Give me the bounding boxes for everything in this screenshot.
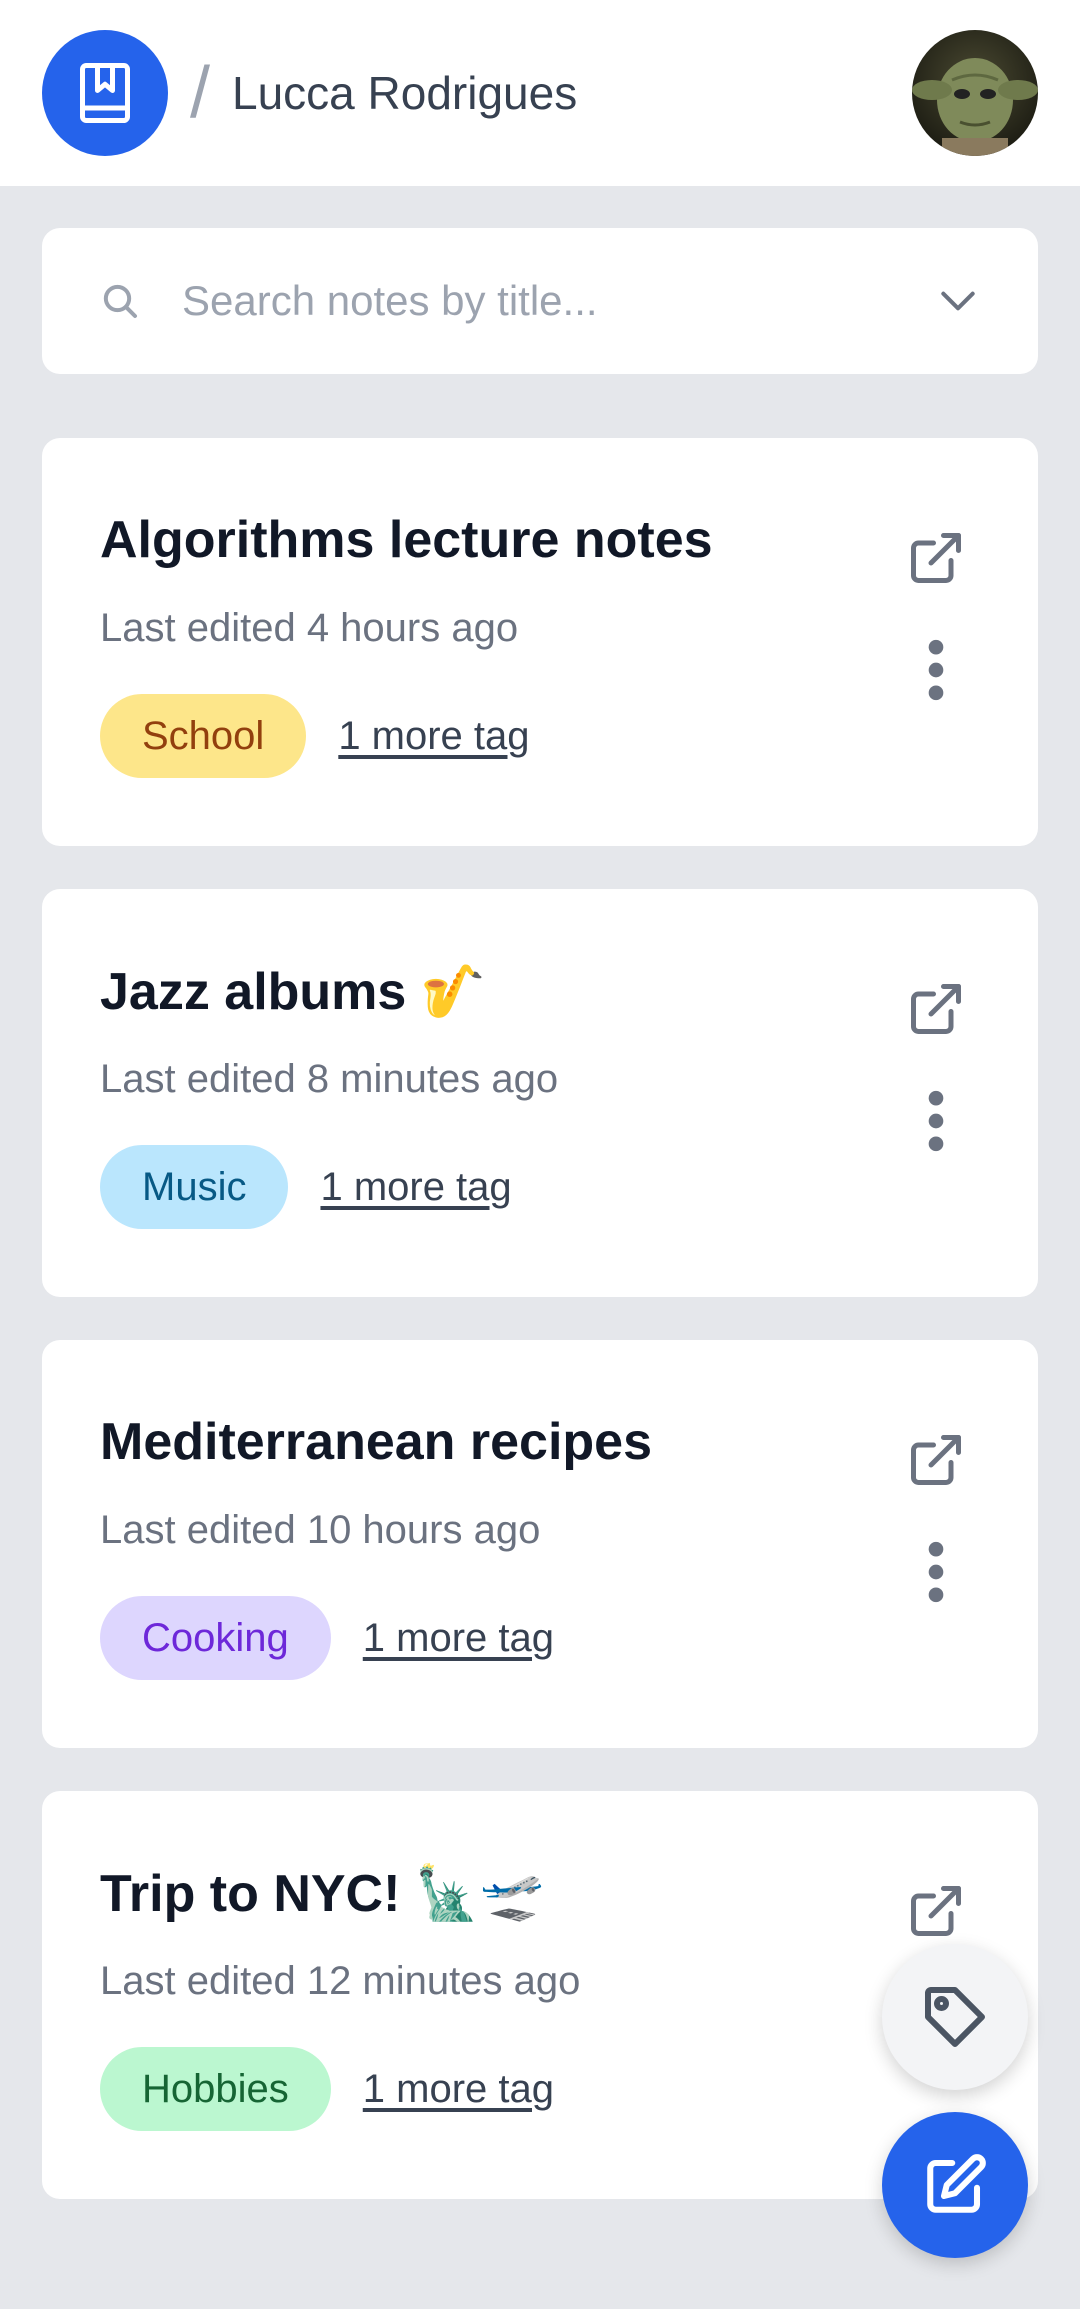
breadcrumb-separator: / [190,53,211,133]
note-last-edited: Last edited 4 hours ago [100,606,519,650]
note-card[interactable]: Algorithms lecture notes Last edited 4 h… [42,438,1038,846]
tag-badge[interactable]: School [100,694,307,778]
external-link-icon[interactable] [906,528,966,588]
more-tags-link[interactable]: 1 more tag [320,1165,511,1210]
tag-badge[interactable]: Music [100,1145,289,1229]
search-icon [103,284,137,318]
app-header: / Lucca Rodrigues [0,0,1080,186]
chevron-down-icon[interactable] [936,279,980,323]
search-input[interactable]: Search notes by title... [182,277,936,325]
more-options-icon[interactable] [926,638,946,702]
tag-icon [925,1987,985,2047]
more-options-icon[interactable] [926,1540,946,1604]
tag-badge[interactable]: Cooking [100,1596,331,1680]
tags-fab-button[interactable] [882,1944,1028,2090]
note-last-edited: Last edited 8 minutes ago [100,1057,559,1101]
note-last-edited: Last edited 10 hours ago [100,1508,541,1552]
note-tags: Music 1 more tag [100,1145,512,1229]
avatar[interactable] [912,30,1038,156]
search-bar[interactable]: Search notes by title... [42,228,1038,374]
new-note-fab-button[interactable] [882,2112,1028,2258]
note-card[interactable]: Jazz albums 🎷 Last edited 8 minutes ago … [42,889,1038,1297]
note-title[interactable]: Mediterranean recipes [100,1412,652,1472]
note-tags: Cooking 1 more tag [100,1596,554,1680]
more-tags-link[interactable]: 1 more tag [363,2067,554,2112]
edit-icon [927,2154,986,2213]
tag-badge[interactable]: Hobbies [100,2047,331,2131]
note-title[interactable]: Algorithms lecture notes [100,510,713,570]
external-link-icon[interactable] [906,1881,966,1941]
username: Lucca Rodrigues [232,67,578,119]
more-tags-link[interactable]: 1 more tag [363,1616,554,1661]
note-tags: School 1 more tag [100,694,530,778]
more-tags-link[interactable]: 1 more tag [338,714,529,759]
note-card[interactable]: Mediterranean recipes Last edited 10 hou… [42,1340,1038,1748]
note-tags: Hobbies 1 more tag [100,2047,554,2131]
external-link-icon[interactable] [906,1430,966,1490]
note-title[interactable]: Jazz albums 🎷 [100,961,486,1022]
more-options-icon[interactable] [926,1089,946,1153]
book-icon [80,63,130,123]
home-logo-button[interactable] [42,30,168,156]
note-last-edited: Last edited 12 minutes ago [100,1959,581,2003]
note-title[interactable]: Trip to NYC! 🗽🛫 [100,1863,544,1924]
external-link-icon[interactable] [906,979,966,1039]
